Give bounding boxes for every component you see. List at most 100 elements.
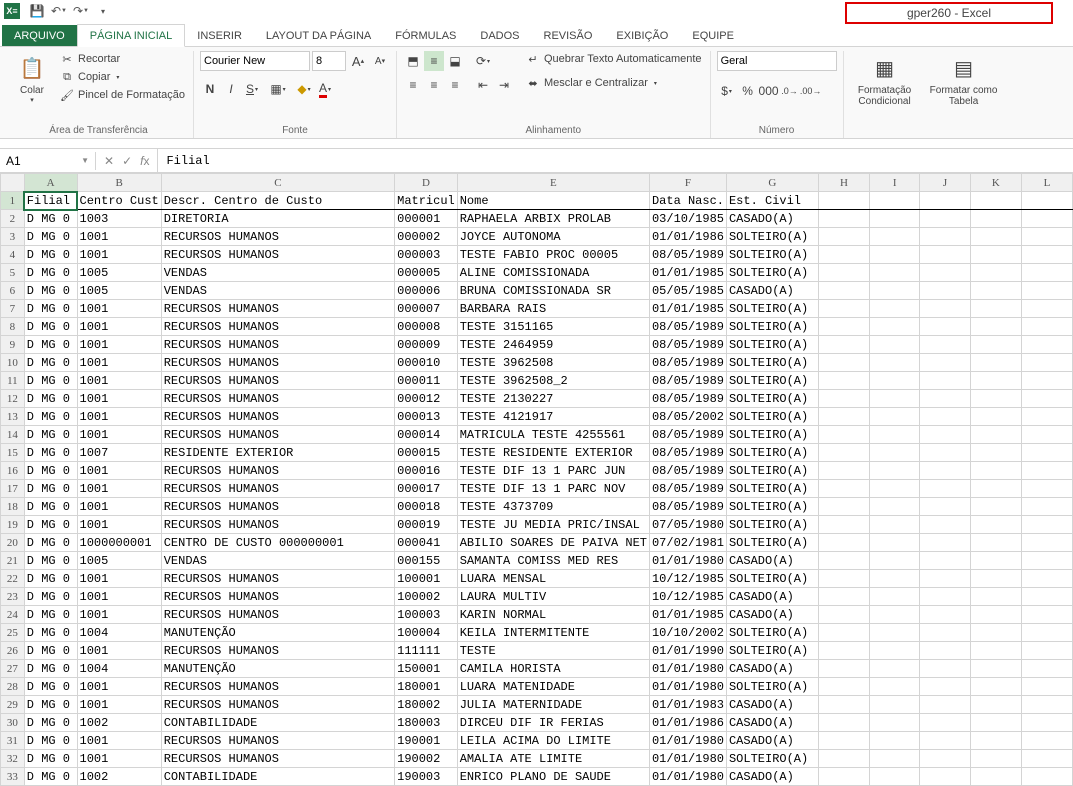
cell-D1[interactable]: Matricul (395, 192, 458, 210)
cell-C12[interactable]: RECURSOS HUMANOS (161, 390, 394, 408)
cell-B7[interactable]: 1001 (77, 300, 161, 318)
cell-D32[interactable]: 190002 (395, 750, 458, 768)
cell-C25[interactable]: MANUTENÇÃO (161, 624, 394, 642)
cell-J6[interactable] (920, 282, 970, 300)
cell-B15[interactable]: 1007 (77, 444, 161, 462)
cell-E33[interactable]: ENRICO PLANO DE SAUDE (457, 768, 649, 786)
cell-B24[interactable]: 1001 (77, 606, 161, 624)
cell-H31[interactable] (818, 732, 869, 750)
cell-L11[interactable] (1021, 372, 1072, 390)
decrease-font-button[interactable]: A▾ (370, 51, 390, 71)
cell-E28[interactable]: LUARA MATENIDADE (457, 678, 649, 696)
cell-A31[interactable]: D MG 0 (24, 732, 77, 750)
cell-K3[interactable] (970, 228, 1021, 246)
cell-J9[interactable] (920, 336, 970, 354)
cell-D2[interactable]: 000001 (395, 210, 458, 228)
cell-J28[interactable] (920, 678, 970, 696)
cell-A8[interactable]: D MG 0 (24, 318, 77, 336)
cell-A7[interactable]: D MG 0 (24, 300, 77, 318)
cell-K11[interactable] (970, 372, 1021, 390)
cell-L2[interactable] (1021, 210, 1072, 228)
cell-E19[interactable]: TESTE JU MEDIA PRIC/INSAL (457, 516, 649, 534)
enter-formula-icon[interactable]: ✓ (122, 154, 132, 168)
cell-B12[interactable]: 1001 (77, 390, 161, 408)
qat-customize[interactable]: ▾ (93, 2, 113, 20)
cell-A12[interactable]: D MG 0 (24, 390, 77, 408)
cell-L13[interactable] (1021, 408, 1072, 426)
cancel-formula-icon[interactable]: ✕ (104, 154, 114, 168)
cell-J19[interactable] (920, 516, 970, 534)
formula-input[interactable]: Filial (158, 152, 1073, 170)
cell-G27[interactable]: CASADO(A) (726, 660, 818, 678)
cell-F22[interactable]: 10/12/1985 (649, 570, 726, 588)
col-header-I[interactable]: I (870, 174, 920, 192)
cell-D12[interactable]: 000012 (395, 390, 458, 408)
cell-B31[interactable]: 1001 (77, 732, 161, 750)
cell-D13[interactable]: 000013 (395, 408, 458, 426)
cell-D17[interactable]: 000017 (395, 480, 458, 498)
cell-B9[interactable]: 1001 (77, 336, 161, 354)
cell-J17[interactable] (920, 480, 970, 498)
cell-A3[interactable]: D MG 0 (24, 228, 77, 246)
cell-H19[interactable] (818, 516, 869, 534)
dec-decimal-button[interactable]: .00→ (801, 81, 821, 101)
cell-E17[interactable]: TESTE DIF 13 1 PARC NOV (457, 480, 649, 498)
tab-team[interactable]: EQUIPE (680, 25, 746, 46)
row-header-28[interactable]: 28 (1, 678, 25, 696)
font-name-combo[interactable] (200, 51, 310, 71)
cell-A5[interactable]: D MG 0 (24, 264, 77, 282)
cell-D27[interactable]: 150001 (395, 660, 458, 678)
cell-F11[interactable]: 08/05/1989 (649, 372, 726, 390)
cell-B2[interactable]: 1003 (77, 210, 161, 228)
cell-J27[interactable] (920, 660, 970, 678)
cell-C21[interactable]: VENDAS (161, 552, 394, 570)
cell-E10[interactable]: TESTE 3962508 (457, 354, 649, 372)
cell-J13[interactable] (920, 408, 970, 426)
cell-E18[interactable]: TESTE 4373709 (457, 498, 649, 516)
cell-D16[interactable]: 000016 (395, 462, 458, 480)
cell-G17[interactable]: SOLTEIRO(A) (726, 480, 818, 498)
cell-G24[interactable]: CASADO(A) (726, 606, 818, 624)
cell-B8[interactable]: 1001 (77, 318, 161, 336)
cell-H2[interactable] (818, 210, 869, 228)
cell-K25[interactable] (970, 624, 1021, 642)
cell-F7[interactable]: 01/01/1985 (649, 300, 726, 318)
cell-K26[interactable] (970, 642, 1021, 660)
cell-B17[interactable]: 1001 (77, 480, 161, 498)
cell-G8[interactable]: SOLTEIRO(A) (726, 318, 818, 336)
cell-D24[interactable]: 100003 (395, 606, 458, 624)
align-bottom-button[interactable]: ⬓ (445, 51, 465, 71)
cell-E9[interactable]: TESTE 2464959 (457, 336, 649, 354)
cell-K21[interactable] (970, 552, 1021, 570)
cell-K1[interactable] (970, 192, 1021, 210)
select-all-corner[interactable] (1, 174, 25, 192)
cell-C26[interactable]: RECURSOS HUMANOS (161, 642, 394, 660)
border-button[interactable]: ▦▾ (268, 79, 288, 99)
cell-H24[interactable] (818, 606, 869, 624)
tab-home[interactable]: PÁGINA INICIAL (77, 24, 186, 47)
cell-I21[interactable] (870, 552, 920, 570)
cell-J10[interactable] (920, 354, 970, 372)
cell-F19[interactable]: 07/05/1980 (649, 516, 726, 534)
cell-F33[interactable]: 01/01/1980 (649, 768, 726, 786)
cell-D31[interactable]: 190001 (395, 732, 458, 750)
cell-A1[interactable]: Filial (24, 192, 77, 210)
align-middle-button[interactable]: ≡ (424, 51, 444, 71)
cell-B3[interactable]: 1001 (77, 228, 161, 246)
cell-F23[interactable]: 10/12/1985 (649, 588, 726, 606)
tab-view[interactable]: EXIBIÇÃO (604, 25, 680, 46)
cell-F2[interactable]: 03/10/1985 (649, 210, 726, 228)
save-button[interactable]: 💾 (27, 2, 47, 20)
row-header-13[interactable]: 13 (1, 408, 25, 426)
cell-G3[interactable]: SOLTEIRO(A) (726, 228, 818, 246)
percent-button[interactable]: % (738, 81, 758, 101)
cell-C28[interactable]: RECURSOS HUMANOS (161, 678, 394, 696)
col-header-E[interactable]: E (457, 174, 649, 192)
cell-I8[interactable] (870, 318, 920, 336)
cell-K19[interactable] (970, 516, 1021, 534)
cell-G20[interactable]: SOLTEIRO(A) (726, 534, 818, 552)
cell-L26[interactable] (1021, 642, 1072, 660)
cell-F28[interactable]: 01/01/1980 (649, 678, 726, 696)
font-size-combo[interactable] (312, 51, 346, 71)
font-color-button[interactable]: A▾ (315, 79, 335, 99)
